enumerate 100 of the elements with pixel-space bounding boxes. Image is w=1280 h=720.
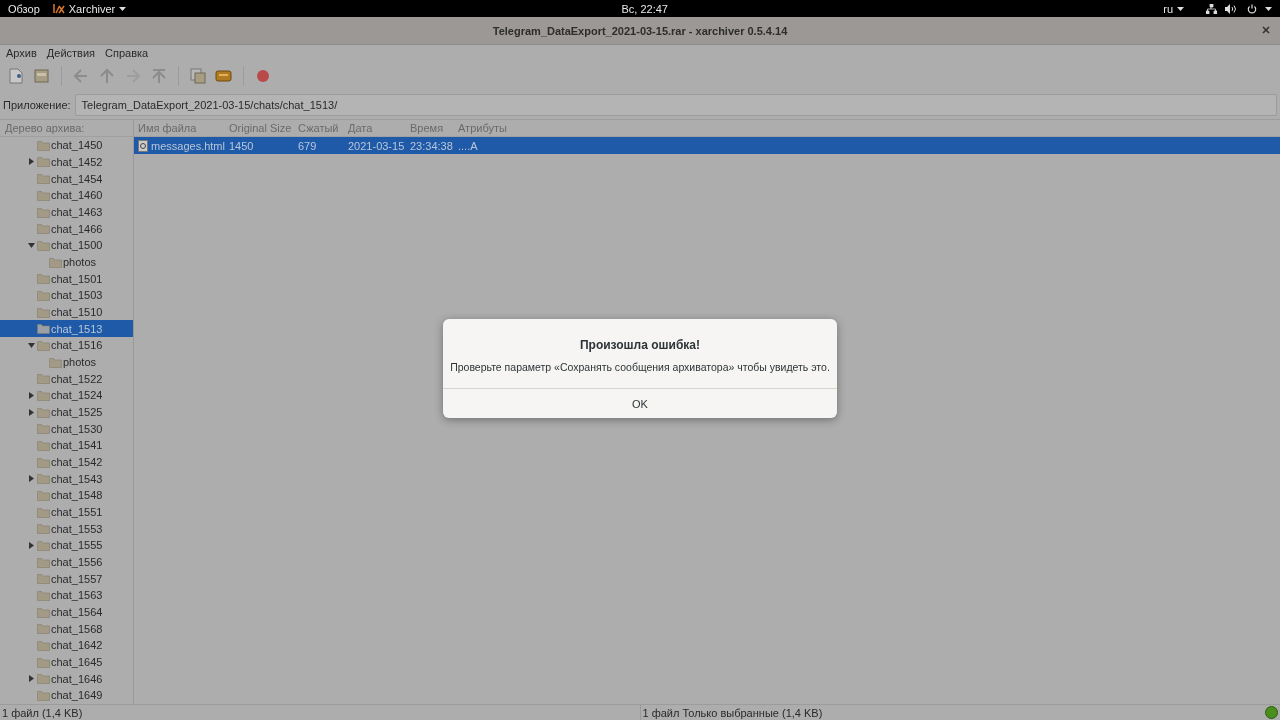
tree-item[interactable]: chat_1649 [0,687,133,704]
network-icon[interactable] [1206,3,1217,14]
folder-icon [37,389,50,401]
collapse-arrow-icon[interactable] [27,242,35,248]
tree-item[interactable]: chat_1516 [0,337,133,354]
language-menu[interactable]: ru [1163,2,1184,15]
folder-icon [37,223,50,235]
expand-arrow-icon[interactable] [28,675,34,683]
tree-item[interactable]: chat_1524 [0,387,133,404]
folder-icon [37,673,50,685]
folder-icon [37,573,50,585]
folder-icon [49,356,62,368]
volume-icon[interactable] [1225,3,1237,14]
clock[interactable]: Вс, 22:47 [621,2,668,15]
file-row[interactable]: messages.html 1450 679 2021-03-15 23:34:38 ....A [134,137,1280,154]
tree-item[interactable]: chat_1525 [0,403,133,421]
tree-item[interactable]: chat_1541 [0,437,133,454]
tree-item[interactable]: chat_1568 [0,620,133,638]
tree-item[interactable]: chat_1557 [0,570,133,588]
tree-item[interactable]: chat_1501 [0,270,133,288]
tree-item[interactable]: chat_1548 [0,487,133,504]
caret-icon [119,6,127,11]
tree-item[interactable]: chat_1645 [0,653,133,671]
expand-arrow-icon[interactable] [28,391,34,399]
tree-item[interactable]: chat_1564 [0,603,133,621]
close-button[interactable] [1260,24,1272,36]
location-field[interactable]: Telegram_DataExport_2021-03-15/chats/chat_1513/ [74,94,1277,116]
tree-item[interactable]: chat_1551 [0,503,133,521]
tree-item[interactable]: chat_1460 [0,187,133,204]
tree-item[interactable]: chat_1556 [0,553,133,571]
menu-item[interactable]: Справка [105,47,149,59]
tree-item[interactable]: chat_1522 [0,370,133,388]
tree-item[interactable]: chat_1553 [0,520,133,538]
tree-item[interactable]: chat_1642 [0,637,133,654]
folder-icon [37,589,50,601]
tree-item[interactable]: photos [0,353,133,371]
folder-icon [37,289,50,301]
tree-item[interactable]: chat_1463 [0,203,133,221]
new-archive-button[interactable] [6,66,26,86]
tree-item[interactable]: photos [0,253,133,271]
folder-icon [37,556,50,568]
table-cell: 679 [298,139,317,152]
folder-icon [37,456,50,468]
tree-header: Дерево архива: [0,120,133,137]
folder-icon [37,306,50,318]
tree-item[interactable]: chat_1466 [0,220,133,237]
tree-item[interactable]: chat_1500 [0,237,133,254]
location-label: Приложение: [3,99,71,111]
tree-item[interactable]: chat_1542 [0,453,133,471]
tree-item[interactable]: chat_1503 [0,287,133,304]
table-cell: ....A [458,139,478,152]
window-title: Telegram_DataExport_2021-03-15.rar - xarchiver 0.5.4.14 [492,24,788,37]
folder-icon [37,623,50,635]
folder-icon [37,489,50,501]
folder-icon [37,539,50,551]
tree-item[interactable]: chat_1563 [0,587,133,604]
menu-item[interactable]: Архив [6,47,37,59]
tree-item[interactable]: chat_1646 [0,670,133,688]
tree-item[interactable]: chat_1452 [0,153,133,171]
expand-arrow-icon[interactable] [28,475,34,483]
caret-icon[interactable] [1265,6,1272,11]
expand-arrow-icon[interactable] [28,408,34,416]
table-cell: 23:34:38 [410,139,453,152]
folder-icon [37,273,50,285]
status-text: 1 файл Только выбранные (1,4 KB) [642,706,823,719]
folder-icon [37,173,50,185]
folder-icon [37,423,50,435]
tree-item[interactable]: chat_1555 [0,537,133,554]
tree-item[interactable]: chat_1510 [0,303,133,321]
tree-item[interactable]: chat_1513 [0,320,133,338]
caret-icon [1177,6,1184,11]
power-icon[interactable] [1247,3,1257,14]
folder-icon [37,206,50,218]
expand-arrow-icon[interactable] [28,158,34,166]
folder-icon [37,239,50,251]
folder-icon [37,189,50,201]
activities-button[interactable]: Обзор [8,2,40,15]
folder-icon [37,439,50,451]
tree-item[interactable]: chat_1454 [0,170,133,187]
table-cell: messages.html [151,139,225,152]
status-light-icon [1265,706,1278,719]
folder-icon [37,156,50,168]
web-file-icon [138,139,148,152]
app-logo-icon [52,3,65,14]
dialog-title: Произошла ошибка! [579,338,701,352]
folder-icon [37,506,50,518]
folder-icon [37,473,50,485]
menu-item[interactable]: Действия [46,47,96,59]
table-cell: 2021-03-15 [348,139,405,152]
tree-item[interactable]: chat_1450 [0,137,133,154]
tree-item[interactable]: chat_1530 [0,420,133,438]
ok-button[interactable]: OK [443,388,837,418]
folder-icon [37,690,50,701]
app-menu[interactable]: Xarchiver [52,2,127,15]
dialog-message: Проверьте параметр «Сохранять сообщения архиватора» чтобы увидеть это. [450,361,830,373]
expand-arrow-icon[interactable] [28,541,34,549]
tree-item[interactable]: chat_1543 [0,470,133,488]
folder-icon [37,139,50,151]
folder-icon [37,323,50,335]
collapse-arrow-icon[interactable] [27,342,35,348]
